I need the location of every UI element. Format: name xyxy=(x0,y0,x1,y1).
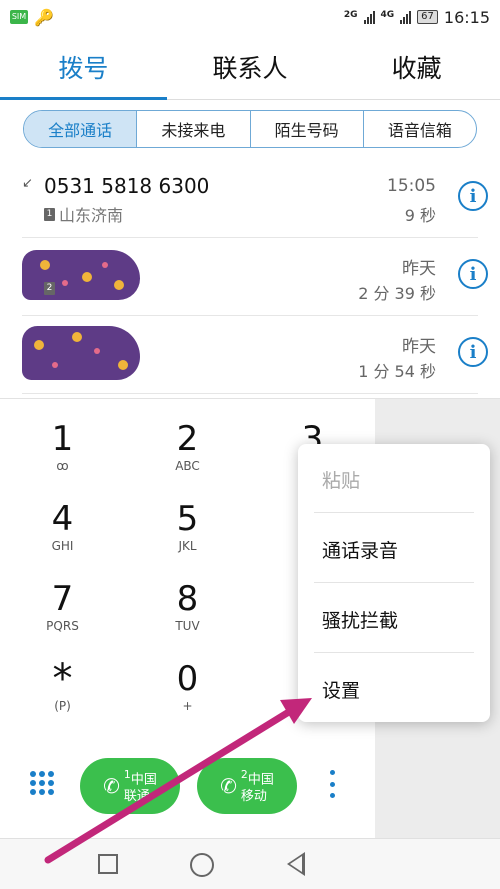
key-letters: PQRS xyxy=(46,619,79,633)
phone-icon: ✆ xyxy=(220,774,237,798)
dialer-screen: SIM 🔑 2G 4G 67 16:15 拨号 联系人 收藏 全部通话 未接来电… xyxy=(0,0,500,889)
info-icon[interactable]: i xyxy=(458,181,488,211)
menu-divider xyxy=(314,512,474,513)
filter-all-calls[interactable]: 全部通话 xyxy=(24,111,137,147)
key-icon: 🔑 xyxy=(34,7,54,27)
tab-dial[interactable]: 拨号 xyxy=(0,34,167,100)
key-star[interactable]: * (P) xyxy=(0,639,125,719)
network-2g-label: 2G xyxy=(343,9,358,20)
status-bar: SIM 🔑 2G 4G 67 16:15 xyxy=(0,0,500,34)
key-1[interactable]: 1ꝏ xyxy=(0,399,125,479)
nav-square-icon[interactable] xyxy=(98,854,118,874)
dialpad-grid-icon[interactable] xyxy=(30,771,54,795)
signal-icon xyxy=(363,10,375,24)
voicemail-icon: ꝏ xyxy=(56,459,69,473)
key-7[interactable]: 7 PQRS xyxy=(0,559,125,639)
dial-action-bar: ✆ 1中国 联通 ✆ 2中国 移动 xyxy=(0,748,375,828)
call-duration: 9 秒 xyxy=(404,206,436,225)
call-button-sim2[interactable]: ✆ 2中国 移动 xyxy=(197,758,297,814)
sim-badge-icon: 1 xyxy=(44,207,55,221)
outgoing-call-icon: ↙︎ xyxy=(22,176,33,191)
call-location: 2 xyxy=(44,282,55,295)
menu-item-harassment-block[interactable]: 骚扰拦截 xyxy=(322,606,398,633)
key-4[interactable]: 4 GHI xyxy=(0,479,125,559)
call-filter-segmented: 全部通话 未接来电 陌生号码 语音信箱 xyxy=(23,110,477,148)
menu-item-paste[interactable]: 粘贴 xyxy=(322,466,360,493)
tab-contacts[interactable]: 联系人 xyxy=(167,34,334,99)
nav-back-icon[interactable] xyxy=(287,852,305,876)
redaction-scribble xyxy=(22,326,140,380)
info-icon[interactable]: i xyxy=(458,337,488,367)
key-0[interactable]: 0 + xyxy=(125,639,250,719)
phone-icon: ✆ xyxy=(103,774,120,798)
key-digit: 4 xyxy=(51,499,74,539)
status-time: 16:15 xyxy=(443,7,490,27)
filter-missed-calls[interactable]: 未接来电 xyxy=(136,111,249,147)
call-number: 0531 5818 6300 xyxy=(44,174,210,198)
call-time: 15:05 xyxy=(387,176,436,196)
call-button-sim1[interactable]: ✆ 1中国 联通 xyxy=(80,758,180,814)
key-2[interactable]: 2 ABC xyxy=(125,399,250,479)
info-icon[interactable]: i xyxy=(458,259,488,289)
nav-circle-icon[interactable] xyxy=(190,853,214,877)
key-letters: GHI xyxy=(51,539,74,553)
key-letters: TUV xyxy=(175,619,200,633)
key-digit: 8 xyxy=(176,579,199,619)
key-letters: JKL xyxy=(178,539,197,553)
battery-icon: 67 xyxy=(417,10,438,24)
call-time: 昨天 xyxy=(402,337,436,357)
call-log-row[interactable]: ↙︎ 0531 5818 6300 1 山东济南 15:05 9 秒 i xyxy=(22,160,488,238)
call-duration: 1 分 54 秒 xyxy=(358,362,436,381)
key-digit: 5 xyxy=(176,499,199,539)
sim-icon: SIM xyxy=(10,10,28,24)
call-log-row[interactable]: 2 昨天 2 分 39 秒 i xyxy=(22,238,488,316)
filter-voicemail[interactable]: 语音信箱 xyxy=(362,111,476,147)
key-digit: 1 xyxy=(51,419,74,459)
tab-favorites[interactable]: 收藏 xyxy=(333,34,500,99)
redaction-scribble xyxy=(22,250,140,300)
overflow-menu: 粘贴 通话录音 骚扰拦截 设置 xyxy=(298,444,490,722)
menu-item-settings[interactable]: 设置 xyxy=(322,676,360,703)
call-log-list: ↙︎ 0531 5818 6300 1 山东济南 15:05 9 秒 i 2 昨… xyxy=(0,160,500,394)
top-tabs: 拨号 联系人 收藏 xyxy=(0,34,500,100)
call-log-row[interactable]: 昨天 1 分 54 秒 i xyxy=(22,316,488,394)
call-location-text: 山东济南 xyxy=(59,206,124,225)
menu-divider xyxy=(314,582,474,583)
key-5[interactable]: 5 JKL xyxy=(125,479,250,559)
menu-item-call-recording[interactable]: 通话录音 xyxy=(322,536,398,563)
more-vert-icon[interactable] xyxy=(330,770,336,798)
network-4g-label: 4G xyxy=(380,9,395,20)
call-time: 昨天 xyxy=(402,259,436,279)
system-nav-bar xyxy=(0,838,500,889)
key-digit: 7 xyxy=(51,579,74,619)
sim-badge-icon: 2 xyxy=(44,282,55,295)
key-letters: ABC xyxy=(175,459,200,473)
key-8[interactable]: 8 TUV xyxy=(125,559,250,639)
menu-divider xyxy=(314,652,474,653)
key-digit: 0 xyxy=(176,659,199,699)
call-location: 1 山东济南 xyxy=(44,202,123,226)
filter-unknown-numbers[interactable]: 陌生号码 xyxy=(249,111,363,147)
call-button-label: 2中国 移动 xyxy=(240,768,274,804)
key-digit: * xyxy=(52,656,73,702)
call-button-label: 1中国 联通 xyxy=(123,768,157,804)
call-duration: 2 分 39 秒 xyxy=(358,284,436,303)
key-letters: (P) xyxy=(54,699,71,713)
signal-icon xyxy=(400,10,412,24)
key-digit: 2 xyxy=(176,419,199,459)
key-letters: + xyxy=(182,699,193,713)
